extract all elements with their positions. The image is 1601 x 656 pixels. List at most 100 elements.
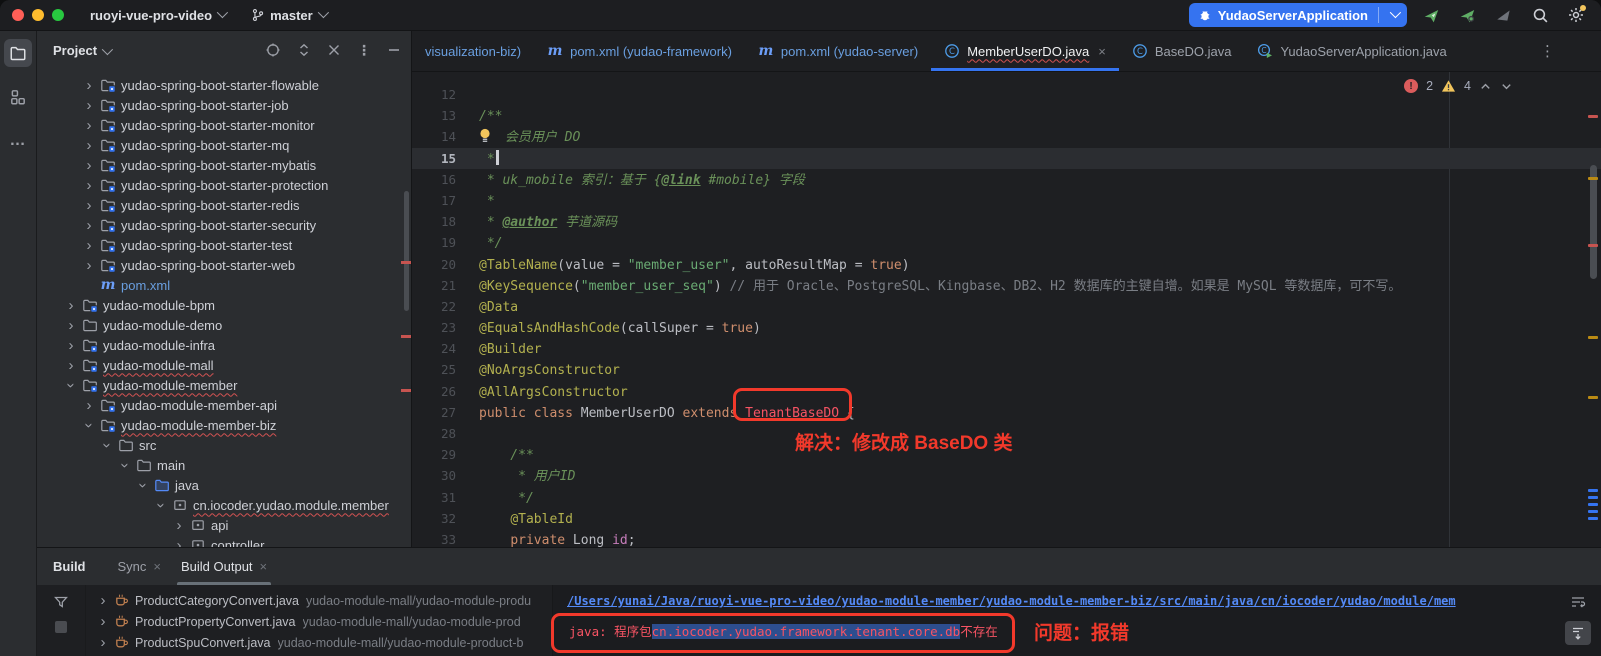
expand-collapse-button[interactable] xyxy=(297,42,311,58)
tree-item-yudao-module-member-biz[interactable]: ›yudao-module-member-biz xyxy=(37,415,411,435)
tree-item-java[interactable]: ›java xyxy=(37,475,411,495)
project-widget[interactable]: ruoyi-vue-pro-video xyxy=(90,8,225,23)
inspections-widget[interactable]: ! 2 4 xyxy=(1404,79,1513,93)
zoom-window-button[interactable] xyxy=(52,9,64,21)
code-line-13[interactable]: 13/** xyxy=(412,105,1601,126)
chevron-down-icon[interactable]: › xyxy=(154,497,169,513)
chevron-right-icon[interactable]: › xyxy=(81,238,97,253)
code-line-16[interactable]: 16 * uk_mobile 索引：基于 {@link #mobile} 字段 xyxy=(412,169,1601,190)
editor-tab-pom.xml (yudao-server)[interactable]: mpom.xml (yudao-server) xyxy=(745,31,931,71)
chevron-down-icon[interactable]: › xyxy=(82,417,97,433)
tree-item-yudao-module-infra[interactable]: ›yudao-module-infra xyxy=(37,335,411,355)
settings-button[interactable] xyxy=(1565,4,1587,26)
tree-item-api[interactable]: ›api xyxy=(37,515,411,535)
editor-tab-YudaoServerApplication.java[interactable]: CYudaoServerApplication.java xyxy=(1244,31,1459,71)
chevron-down-icon[interactable]: › xyxy=(64,377,79,393)
intention-bulb-icon[interactable] xyxy=(479,128,491,143)
code-line-18[interactable]: 18 * @author 芋道源码 xyxy=(412,211,1601,232)
tree-item-pom.xml[interactable]: mpom.xml xyxy=(37,275,411,295)
chevron-down-icon[interactable]: › xyxy=(136,477,151,493)
tree-item-yudao-module-member[interactable]: ›yudao-module-member xyxy=(37,375,411,395)
code-line-17[interactable]: 17 * xyxy=(412,190,1601,211)
soft-wrap-button[interactable] xyxy=(1565,590,1591,614)
build-row-ProductPropertyConvert.java[interactable]: ›ProductPropertyConvert.javayudao-module… xyxy=(86,611,552,632)
tree-item-main[interactable]: ›main xyxy=(37,455,411,475)
chevron-right-icon[interactable]: › xyxy=(63,318,79,333)
hide-panel-button[interactable] xyxy=(387,43,401,57)
build-row-ProductSpuConvert.java[interactable]: ›ProductSpuConvert.javayudao-module-mall… xyxy=(86,632,552,653)
tab-build-output[interactable]: Build Output × xyxy=(171,548,277,585)
chevron-right-icon[interactable]: › xyxy=(81,198,97,213)
filter-button[interactable] xyxy=(53,594,69,610)
editor-tab-pom.xml (yudao-framework)[interactable]: mpom.xml (yudao-framework) xyxy=(534,31,745,71)
tree-item-yudao-spring-boot-starter-test[interactable]: ›yudao-spring-boot-starter-test xyxy=(37,235,411,255)
locate-opened-file-button[interactable] xyxy=(265,42,281,58)
code-line-33[interactable]: 33 private Long id; xyxy=(412,529,1601,547)
chevron-right-icon[interactable]: › xyxy=(81,98,97,113)
code-line-25[interactable]: 25@NoArgsConstructor xyxy=(412,359,1601,380)
code-line-27[interactable]: 27public class MemberUserDO extends Tena… xyxy=(412,402,1601,423)
profiler-button[interactable] xyxy=(1493,4,1515,26)
close-icon[interactable]: × xyxy=(260,559,268,574)
chevron-right-icon[interactable]: › xyxy=(63,298,79,313)
tree-item-yudao-module-mall[interactable]: ›yudao-module-mall xyxy=(37,355,411,375)
search-button[interactable] xyxy=(1529,4,1551,26)
chevron-right-icon[interactable]: › xyxy=(96,614,110,629)
chevron-right-icon[interactable]: › xyxy=(171,538,187,548)
code-line-15[interactable]: 15 * xyxy=(412,148,1601,169)
tree-item-controller[interactable]: ›controller xyxy=(37,535,411,547)
build-row-ProductCategoryConvert.java[interactable]: ›ProductCategoryConvert.javayudao-module… xyxy=(86,590,552,611)
chevron-right-icon[interactable]: › xyxy=(81,178,97,193)
error-stripe[interactable] xyxy=(1585,72,1601,547)
prev-problem-button[interactable] xyxy=(1479,80,1492,93)
chevron-right-icon[interactable]: › xyxy=(81,398,97,413)
code-line-28[interactable]: 28 xyxy=(412,423,1601,444)
close-icon[interactable]: × xyxy=(1098,44,1106,59)
tree-item-yudao-spring-boot-starter-redis[interactable]: ›yudao-spring-boot-starter-redis xyxy=(37,195,411,215)
chevron-right-icon[interactable]: › xyxy=(63,338,79,353)
chevron-right-icon[interactable]: › xyxy=(81,258,97,273)
tree-item-cn.iocoder.yudao.module.member[interactable]: ›cn.iocoder.yudao.module.member xyxy=(37,495,411,515)
code-line-32[interactable]: 32 @TableId xyxy=(412,508,1601,529)
code-editor[interactable]: 1213/**14 会员用户 DO15 *16 * uk_mobile 索引：基… xyxy=(412,72,1601,547)
tree-item-yudao-spring-boot-starter-mybatis[interactable]: ›yudao-spring-boot-starter-mybatis xyxy=(37,155,411,175)
debug-button[interactable] xyxy=(1457,4,1479,26)
editor-tab-MemberUserDO.java[interactable]: CMemberUserDO.java× xyxy=(931,31,1119,71)
chevron-right-icon[interactable]: › xyxy=(81,218,97,233)
options-kebab-button[interactable]: ⋮ xyxy=(357,42,371,59)
tree-item-yudao-spring-boot-starter-mq[interactable]: ›yudao-spring-boot-starter-mq xyxy=(37,135,411,155)
chevron-right-icon[interactable]: › xyxy=(81,78,97,93)
collapse-all-button[interactable] xyxy=(327,43,341,57)
code-line-23[interactable]: 23@EqualsAndHashCode(callSuper = true) xyxy=(412,317,1601,338)
close-window-button[interactable] xyxy=(12,9,24,21)
editor-tab-visualization-biz)[interactable]: visualization-biz) xyxy=(412,31,534,71)
chevron-down-icon[interactable]: › xyxy=(118,457,133,473)
tab-sync[interactable]: Sync × xyxy=(108,548,172,585)
file-path-link[interactable]: /Users/yunai/Java/ruoyi-vue-pro-video/yu… xyxy=(567,594,1601,608)
chevron-right-icon[interactable]: › xyxy=(96,593,110,608)
tree-item-yudao-spring-boot-starter-flowable[interactable]: ›yudao-spring-boot-starter-flowable xyxy=(37,75,411,95)
build-console[interactable]: /Users/yunai/Java/ruoyi-vue-pro-video/yu… xyxy=(552,585,1601,656)
tree-item-yudao-spring-boot-starter-web[interactable]: ›yudao-spring-boot-starter-web xyxy=(37,255,411,275)
chevron-right-icon[interactable]: › xyxy=(81,158,97,173)
project-panel-title[interactable]: Project xyxy=(53,43,110,58)
stop-button[interactable] xyxy=(55,621,67,633)
code-line-21[interactable]: 21@KeySequence("member_user_seq") // 用于 … xyxy=(412,275,1601,296)
minimize-window-button[interactable] xyxy=(32,9,44,21)
tabs-more-kebab-button[interactable]: ⋮ xyxy=(1540,42,1555,60)
tree-item-src[interactable]: ›src xyxy=(37,435,411,455)
chevron-right-icon[interactable]: › xyxy=(81,118,97,133)
chevron-down-icon[interactable] xyxy=(1385,10,1403,21)
close-icon[interactable]: × xyxy=(153,559,161,574)
chevron-down-icon[interactable]: › xyxy=(100,437,115,453)
tree-item-yudao-module-member-api[interactable]: ›yudao-module-member-api xyxy=(37,395,411,415)
tree-item-yudao-spring-boot-starter-monitor[interactable]: ›yudao-spring-boot-starter-monitor xyxy=(37,115,411,135)
tree-item-yudao-module-bpm[interactable]: ›yudao-module-bpm xyxy=(37,295,411,315)
structure-toolwindow-button[interactable] xyxy=(4,83,32,111)
chevron-right-icon[interactable]: › xyxy=(171,518,187,533)
chevron-right-icon[interactable]: › xyxy=(63,358,79,373)
chevron-right-icon[interactable]: › xyxy=(96,635,110,650)
code-line-19[interactable]: 19 */ xyxy=(412,232,1601,253)
code-line-20[interactable]: 20@TableName(value = "member_user", auto… xyxy=(412,254,1601,275)
editor-tab-BaseDO.java[interactable]: CBaseDO.java xyxy=(1119,31,1245,71)
